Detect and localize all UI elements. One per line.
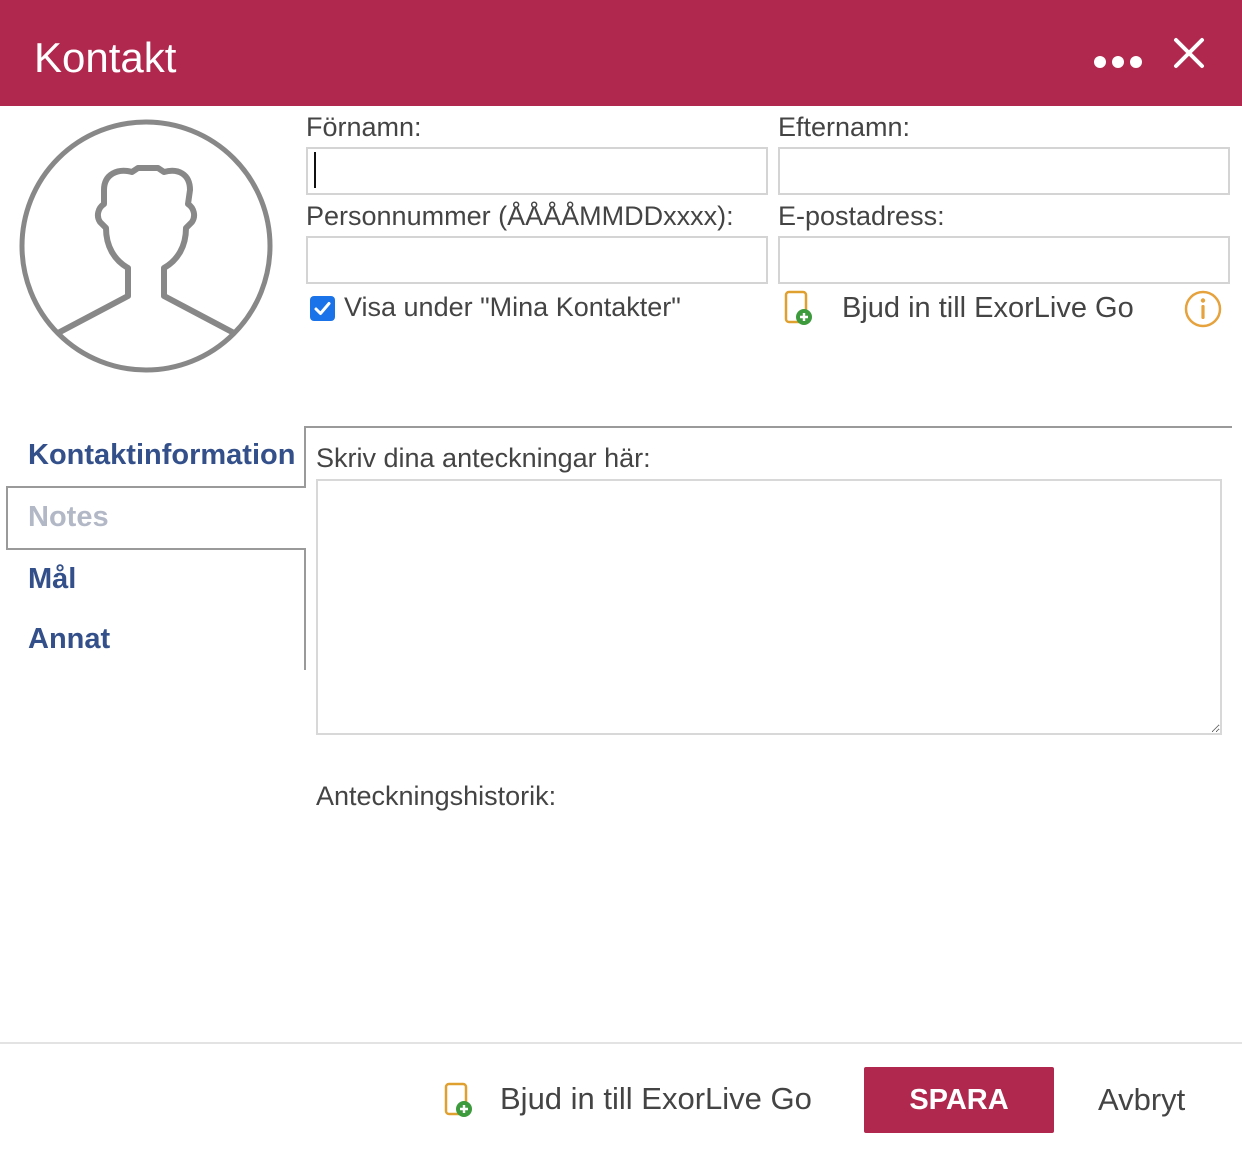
email-label: E-postadress: [778, 201, 945, 231]
notes-prompt-label: Skriv dina anteckningar här: [316, 443, 651, 473]
notes-textarea[interactable] [316, 479, 1222, 735]
tab-divider [304, 426, 1232, 428]
info-icon[interactable] [1183, 289, 1223, 329]
dialog-header: Kontakt [0, 0, 1242, 106]
last-name-input[interactable] [778, 147, 1230, 195]
email-input[interactable] [778, 236, 1230, 284]
phone-add-icon[interactable] [784, 290, 816, 328]
tab-divider [6, 486, 306, 488]
dialog-title: Kontakt [34, 34, 177, 81]
show-in-contacts-checkbox[interactable] [310, 296, 335, 321]
close-icon[interactable] [1168, 32, 1210, 74]
show-in-contacts-label[interactable]: Visa under "Mina Kontakter" [344, 290, 681, 324]
first-name-input[interactable] [306, 147, 768, 195]
tab-kontaktinformation[interactable]: Kontaktinformation [28, 439, 295, 472]
phone-add-icon[interactable] [444, 1082, 476, 1120]
tab-annat[interactable]: Annat [28, 623, 110, 656]
tab-divider [304, 548, 306, 670]
invite-exorlive-link[interactable]: Bjud in till ExorLive Go [842, 291, 1134, 325]
save-button[interactable]: SPARA [864, 1067, 1054, 1133]
tab-divider [6, 548, 306, 550]
tab-divider [6, 486, 8, 550]
tab-divider [304, 426, 306, 488]
text-cursor [314, 152, 316, 188]
notes-history-label: Anteckningshistorik: [316, 781, 557, 811]
avatar-placeholder-icon [19, 119, 273, 373]
checkmark-icon [314, 302, 331, 315]
footer-invite-link[interactable]: Bjud in till ExorLive Go [500, 1082, 812, 1116]
footer-divider [0, 1042, 1242, 1044]
last-name-label: Efternamn: [778, 112, 911, 142]
more-horizontal-icon[interactable] [1092, 52, 1144, 72]
personal-number-label: Personnummer (ÅÅÅÅMMDDxxxx): [306, 201, 734, 231]
first-name-label: Förnamn: [306, 112, 422, 142]
tab-mal[interactable]: Mål [28, 563, 76, 596]
personal-number-input[interactable] [306, 236, 768, 284]
cancel-button[interactable]: Avbryt [1098, 1082, 1185, 1118]
tab-notes[interactable]: Notes [28, 501, 109, 534]
